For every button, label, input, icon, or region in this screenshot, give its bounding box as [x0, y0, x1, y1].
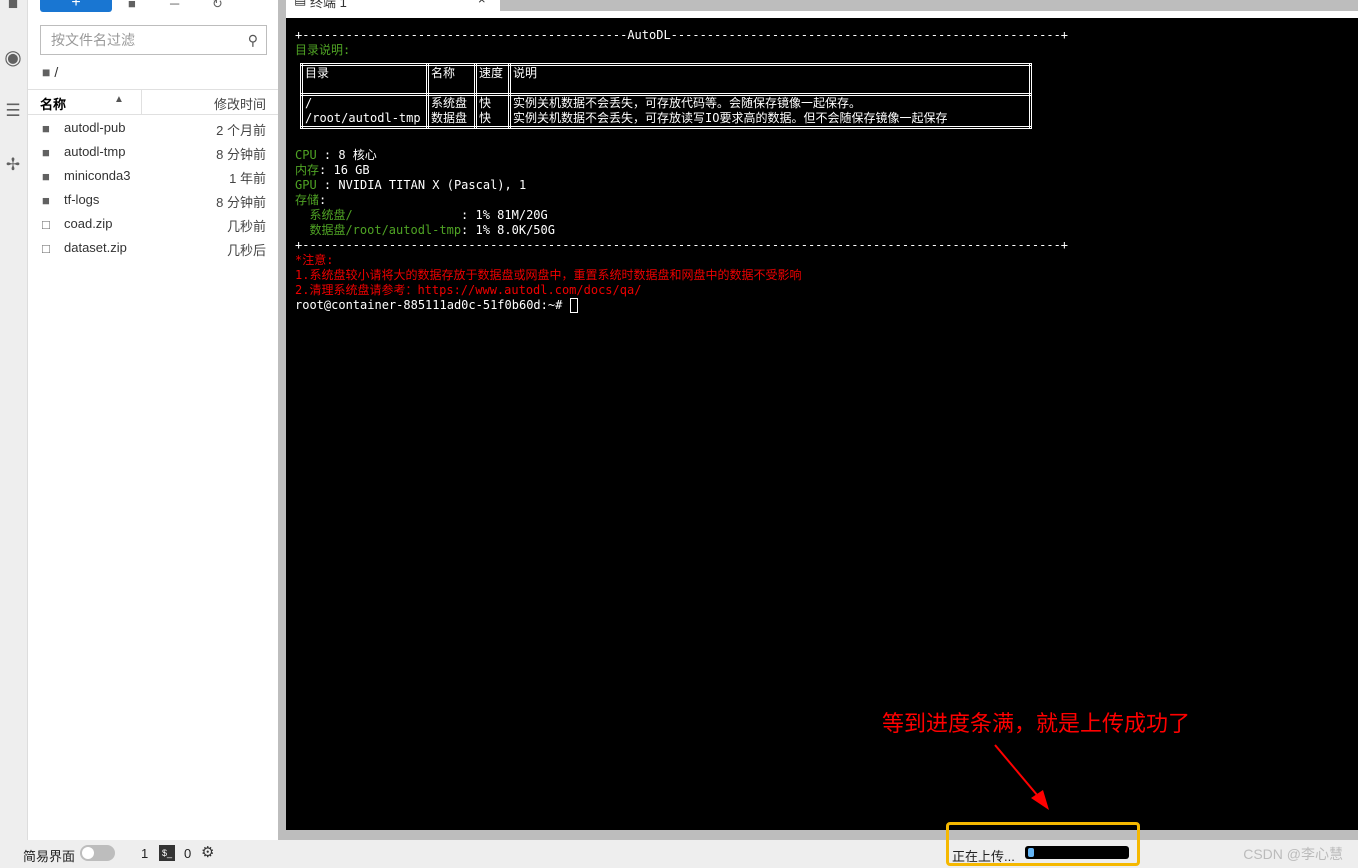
table-header: 说明	[508, 63, 1032, 96]
note-title: *注意:	[295, 253, 334, 267]
new-launcher-button[interactable]: +	[40, 0, 112, 12]
terminal[interactable]: +---------------------------------------…	[286, 18, 1358, 830]
terminal-banner: +---------------------------------------…	[295, 28, 1069, 42]
tab-terminal-1[interactable]: ▤ 终端 1 ×	[286, 0, 500, 16]
note-1: 1.系统盘较小请将大的数据存放于数据盘或网盘中，重置系统时数据盘和网盘中的数据不…	[295, 268, 802, 282]
file-name: miniconda3	[64, 168, 131, 183]
filter-input[interactable]: 按文件名过滤 ⚲	[40, 25, 267, 55]
breadcrumb-path[interactable]: /	[54, 64, 58, 80]
terminal-icon: $_	[159, 845, 175, 861]
filter-placeholder: 按文件名过滤	[51, 32, 135, 48]
new-folder-icon[interactable]: ■	[128, 0, 136, 12]
file-name: autodl-pub	[64, 120, 126, 135]
cursor	[569, 298, 578, 313]
simple-mode-toggle[interactable]	[80, 845, 115, 861]
kernel-count[interactable]: 1	[141, 846, 148, 861]
folder-icon: ■	[42, 64, 51, 80]
list-icon[interactable]: ☰	[3, 101, 23, 121]
cpu-chip-icon: ⚙	[201, 844, 215, 861]
folder-icon: ■	[42, 169, 50, 184]
cpu-line: CPU : 8 核心	[295, 148, 377, 162]
file-modified: 1 年前	[229, 171, 266, 186]
terminal-divider: +---------------------------------------…	[295, 238, 1069, 252]
file-name: autodl-tmp	[64, 144, 126, 159]
refresh-icon[interactable]: ↻	[212, 0, 223, 12]
file-list-item[interactable]: □ dataset.zip 几秒后	[28, 236, 278, 260]
breadcrumb[interactable]: ■ /	[42, 64, 58, 80]
dir-table-header: 目录 名称 速度 说明	[300, 63, 1032, 96]
file-name: tf-logs	[64, 192, 100, 207]
file-modified: 几秒前	[226, 219, 266, 234]
status-bar: 简易界面 1 $_ 0 ⚙ 正在上传... CSDN @李心慧	[0, 840, 1358, 868]
extension-icon[interactable]: ✢	[3, 155, 23, 175]
storage-line: 存储:	[295, 193, 327, 207]
file-list-item[interactable]: □ coad.zip 几秒前	[28, 212, 278, 236]
table-cell: 快	[479, 111, 492, 125]
gpu-line: GPU : NVIDIA TITAN X (Pascal), 1	[295, 178, 527, 192]
terminal-bottom-edge	[286, 830, 1358, 840]
panel-splitter[interactable]	[278, 0, 286, 840]
mem-line: 内存: 16 GB	[295, 163, 370, 177]
table-cell: 快	[479, 96, 492, 110]
table-cell: 实例关机数据不会丢失，可存放代码等。会随保存镜像一起保存。	[513, 96, 862, 110]
file-list-header: 名称 ▲ 修改时间	[28, 89, 278, 115]
sort-ascending-icon: ▲	[114, 94, 124, 105]
column-divider	[141, 90, 142, 114]
column-name[interactable]: 名称	[40, 94, 66, 113]
table-cell: 数据盘	[431, 111, 468, 125]
file-modified: 几秒后	[226, 243, 266, 258]
file-list-item[interactable]: ■ autodl-pub 2 个月前	[28, 116, 278, 140]
file-browser: + ■ ─ ↻ 按文件名过滤 ⚲ ■ / 名称 ▲ 修改时间 ■ autodl-pu…	[28, 0, 278, 840]
search-icon: ⚲	[247, 32, 258, 48]
data-disk-line: 数据盘/root/autodl-tmp: 1% 8.0K/50G	[295, 223, 555, 237]
left-icon-bar: ■ ◉ ☰ ✢	[0, 0, 28, 840]
highlight-box	[946, 822, 1140, 866]
annotation-text: 等到进度条满，就是上传成功了	[882, 711, 1191, 736]
folder-icon: ■	[42, 193, 50, 208]
file-name: coad.zip	[64, 216, 113, 231]
file-name: dataset.zip	[64, 240, 127, 255]
tab-bar-empty	[500, 0, 1358, 11]
dir-title: 目录说明:	[295, 43, 351, 57]
table-cell: 系统盘	[431, 96, 468, 110]
file-list-item[interactable]: ■ tf-logs 8 分钟前	[28, 188, 278, 212]
running-icon[interactable]: ◉	[3, 48, 23, 68]
close-icon[interactable]: ×	[478, 0, 486, 7]
watermark: CSDN @李心慧	[1243, 846, 1343, 862]
table-cell: /	[305, 96, 313, 110]
terminal-icon: ▤	[294, 0, 306, 8]
dir-table-row: //root/autodl-tmp 系统盘 数据盘 快快 实例关机数据不会丢失，可…	[300, 93, 1032, 129]
table-cell: /root/autodl-tmp	[305, 111, 421, 125]
upload-icon[interactable]: ─	[170, 0, 179, 12]
table-header: 速度	[474, 63, 511, 96]
note-2: 2.清理系统盘请参考：https://www.autodl.com/docs/q…	[295, 283, 642, 297]
sys-disk-line: 系统盘/ : 1% 81M/20G	[295, 208, 548, 222]
file-modified: 8 分钟前	[216, 195, 266, 210]
simple-mode-label: 简易界面	[23, 849, 76, 864]
column-modified[interactable]: 修改时间	[214, 94, 266, 113]
folder-icon: ■	[42, 145, 50, 160]
file-icon: □	[42, 217, 50, 232]
dir-table: 目录 名称 速度 说明 //root/autodl-tmp 系统盘 数据盘 快快 …	[300, 63, 1032, 129]
table-header: 名称	[426, 63, 477, 96]
file-list-item[interactable]: ■ autodl-tmp 8 分钟前	[28, 140, 278, 164]
file-modified: 2 个月前	[216, 123, 266, 138]
folder-icon[interactable]: ■	[3, 0, 23, 14]
tab-label: 终端 1	[310, 0, 347, 10]
file-modified: 8 分钟前	[216, 147, 266, 162]
prompt-line: root@container-885111ad0c-51f0b60d:~#	[295, 298, 578, 313]
annotation-arrow	[994, 744, 1049, 810]
file-list-item[interactable]: ■ miniconda3 1 年前	[28, 164, 278, 188]
folder-icon: ■	[42, 121, 50, 136]
table-header: 目录	[300, 63, 429, 96]
file-icon: □	[42, 241, 50, 256]
terminal-count[interactable]: 0	[184, 846, 191, 861]
table-cell: 实例关机数据不会丢失，可存放读写IO要求高的数据。但不会随保存镜像一起保存	[513, 111, 948, 125]
